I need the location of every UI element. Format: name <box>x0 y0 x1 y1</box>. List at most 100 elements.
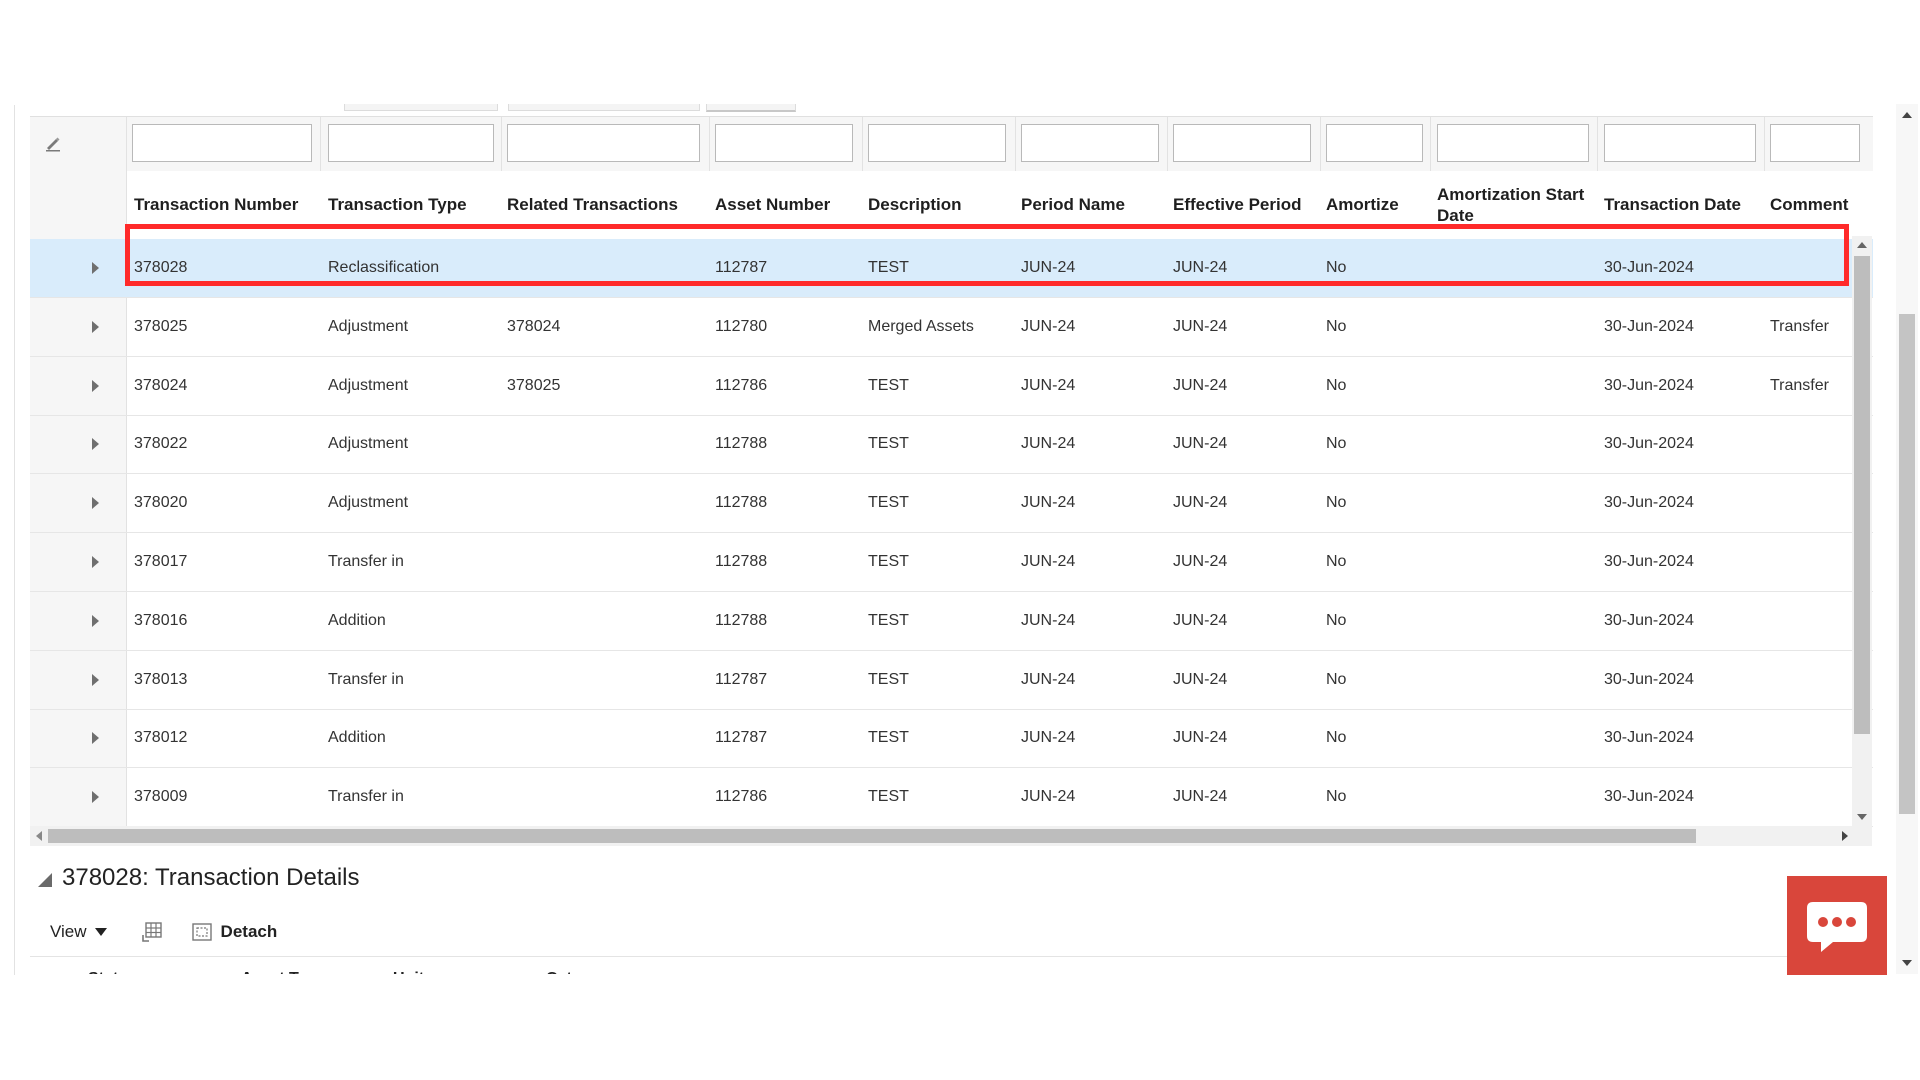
page-vertical-scrollbar[interactable] <box>1896 104 1918 974</box>
table-row[interactable]: 378024 Adjustment 378025 112786 TEST JUN-24 JU… <box>30 357 1873 416</box>
cell-amortize: No <box>1326 494 1347 512</box>
cell-effective-period: JUN-24 <box>1173 729 1228 747</box>
scroll-thumb[interactable] <box>1899 314 1915 814</box>
transactions-table: Transaction Number Transaction Type Relate… <box>30 116 1873 846</box>
cell-asset-number: 112788 <box>715 553 768 570</box>
cell-comments: Transfer <box>1770 317 1829 335</box>
scroll-right-arrow-icon[interactable] <box>1842 831 1848 841</box>
filter-input-transaction-number[interactable] <box>132 124 312 162</box>
expand-row-icon[interactable] <box>92 379 99 392</box>
column-header-amortize[interactable]: Amortize <box>1326 171 1399 239</box>
scroll-down-arrow-icon[interactable] <box>1902 960 1912 966</box>
filter-input-related-transactions[interactable] <box>507 124 700 162</box>
cell-transaction-number[interactable]: 378028 <box>134 239 187 297</box>
cell-period-name: JUN-24 <box>1021 376 1076 394</box>
expand-row-icon[interactable] <box>92 320 99 333</box>
view-menu-button[interactable]: View <box>50 922 107 942</box>
filter-separator <box>1320 117 1321 171</box>
cell-asset-number: 112786 <box>715 376 768 394</box>
column-header-related-transactions[interactable]: Related Transactions <box>507 171 678 239</box>
cell-asset-number: 112780 <box>715 317 768 335</box>
table-row[interactable]: 378016 Addition 112788 TEST JUN-24 JUN-24 No 30… <box>30 592 1873 651</box>
details-toolbar: View Detach <box>50 914 277 950</box>
filter-input-effective-period[interactable] <box>1173 124 1311 162</box>
cell-period-name: JUN-24 <box>1021 317 1076 335</box>
scroll-thumb[interactable] <box>1854 256 1870 734</box>
column-header-asset-number[interactable]: Asset Number <box>715 171 830 239</box>
scroll-left-arrow-icon[interactable] <box>36 831 42 841</box>
cell-description: TEST <box>868 788 909 806</box>
scroll-thumb[interactable] <box>48 829 1696 843</box>
column-header-transaction-type[interactable]: Transaction Type <box>328 171 467 239</box>
cell-description: TEST <box>868 376 909 394</box>
expand-row-icon[interactable] <box>92 438 99 451</box>
cell-transaction-number[interactable]: 378013 <box>134 651 187 709</box>
cell-transaction-number[interactable]: 378016 <box>134 592 187 650</box>
cell-transaction-number[interactable]: 378022 <box>134 415 187 473</box>
table-row[interactable]: 378009 Transfer in 112786 TEST JUN-24 JUN-24 N… <box>30 768 1873 828</box>
cell-transaction-number[interactable]: 378024 <box>134 357 187 415</box>
collapse-triangle-icon[interactable] <box>38 873 52 887</box>
cell-period-name: JUN-24 <box>1021 788 1076 806</box>
cell-transaction-type: Addition <box>328 729 386 747</box>
column-header-amortization-start-date[interactable]: Amortization Start Date <box>1437 171 1587 239</box>
cell-transaction-type: Adjustment <box>328 494 409 512</box>
column-header-transaction-number[interactable]: Transaction Number <box>134 171 298 239</box>
cell-transaction-date: 30-Jun-2024 <box>1604 611 1694 629</box>
freeze-columns-icon[interactable] <box>141 921 163 943</box>
filter-input-transaction-date[interactable] <box>1604 124 1756 162</box>
expand-row-icon[interactable] <box>92 732 99 745</box>
detach-window-icon <box>191 923 212 941</box>
filter-input-period-name[interactable] <box>1021 124 1159 162</box>
cell-transaction-number[interactable]: 378012 <box>134 709 187 767</box>
cell-asset-number: 112787 <box>715 670 768 688</box>
filter-input-comments[interactable] <box>1770 124 1860 162</box>
scroll-down-arrow-icon[interactable] <box>1857 814 1867 820</box>
expand-row-icon[interactable] <box>92 673 99 686</box>
filter-input-asset-number[interactable] <box>715 124 853 162</box>
cell-transaction-number[interactable]: 378017 <box>134 533 187 591</box>
column-header-description[interactable]: Description <box>868 171 962 239</box>
filter-input-transaction-type[interactable] <box>328 124 494 162</box>
table-horizontal-scrollbar[interactable] <box>30 826 1872 846</box>
filter-input-description[interactable] <box>868 124 1006 162</box>
pencil-eraser-icon[interactable] <box>44 134 62 152</box>
table-row[interactable]: 378012 Addition 112787 TEST JUN-24 JUN-24 No 30… <box>30 709 1873 769</box>
cell-comments: Transfer <box>1770 376 1829 394</box>
cell-description: TEST <box>868 259 909 276</box>
table-vertical-scrollbar[interactable] <box>1852 236 1872 826</box>
table-row[interactable]: 378025 Adjustment 378024 112780 Merged Asset… <box>30 298 1873 357</box>
chat-bubble-icon <box>1807 902 1867 952</box>
cell-transaction-number[interactable]: 378009 <box>134 768 187 826</box>
cell-description: Merged Assets <box>868 317 974 335</box>
table-row[interactable]: 378028 Reclassification 112787 TEST JUN-24 JU… <box>30 239 1873 298</box>
scroll-up-arrow-icon[interactable] <box>1902 112 1912 118</box>
expand-row-icon[interactable] <box>92 497 99 510</box>
expand-row-icon[interactable] <box>92 262 99 274</box>
column-header-transaction-date[interactable]: Transaction Date <box>1604 171 1741 239</box>
view-menu-label: View <box>50 922 87 941</box>
filter-input-amortize[interactable] <box>1326 124 1423 162</box>
table-row[interactable]: 378017 Transfer in 112788 TEST JUN-24 JUN-24 N… <box>30 533 1873 592</box>
cell-transaction-number[interactable]: 378025 <box>134 298 187 356</box>
filter-input-amortization-start-date[interactable] <box>1437 124 1589 162</box>
expand-row-icon[interactable] <box>92 614 99 627</box>
details-divider <box>30 956 1872 957</box>
cell-asset-number: 112788 <box>715 611 768 629</box>
cell-transaction-date: 30-Jun-2024 <box>1604 729 1694 747</box>
column-header-comments[interactable]: Comment <box>1770 171 1848 239</box>
column-header-period-name[interactable]: Period Name <box>1021 171 1125 239</box>
table-row[interactable]: 378013 Transfer in 112787 TEST JUN-24 JUN-24 N… <box>30 651 1873 710</box>
detach-button[interactable]: Detach <box>191 921 277 943</box>
expand-row-icon[interactable] <box>92 556 99 568</box>
cell-transaction-number[interactable]: 378020 <box>134 474 187 532</box>
chat-button[interactable] <box>1787 876 1887 975</box>
column-header-effective-period[interactable]: Effective Period <box>1173 171 1302 239</box>
cell-transaction-type: Transfer in <box>328 788 404 806</box>
cell-amortize: No <box>1326 729 1347 747</box>
details-section-header[interactable]: 378028: Transaction Details <box>38 864 360 892</box>
scroll-up-arrow-icon[interactable] <box>1857 242 1867 248</box>
table-row[interactable]: 378022 Adjustment 112788 TEST JUN-24 JUN-24 No… <box>30 415 1873 475</box>
expand-row-icon[interactable] <box>92 791 99 804</box>
table-row[interactable]: 378020 Adjustment 112788 TEST JUN-24 JUN-24 No… <box>30 474 1873 534</box>
